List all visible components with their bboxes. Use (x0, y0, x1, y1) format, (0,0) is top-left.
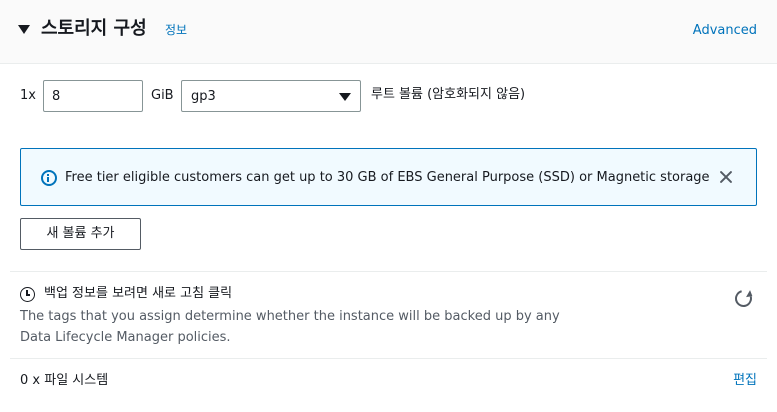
dropdown-arrow-icon (339, 93, 351, 101)
file-systems-label: 0 x 파일 시스템 (20, 373, 109, 388)
free-tier-alert: Free tier eligible customers can get up … (20, 148, 757, 206)
divider (10, 271, 767, 272)
divider (10, 358, 767, 359)
advanced-link[interactable]: Advanced (693, 22, 757, 40)
refresh-icon[interactable] (731, 286, 756, 311)
volume-type-select[interactable]: gp3 (181, 80, 361, 112)
storage-section-header[interactable]: 스토리지 구성 정보 Advanced (0, 0, 777, 64)
info-link[interactable]: 정보 (165, 22, 187, 38)
edit-file-systems-link[interactable]: 편집 (733, 372, 757, 390)
backup-info-title: 백업 정보를 보려면 새로 고침 클릭 (44, 286, 233, 301)
backup-description: The tags that you assign determine wheth… (20, 309, 560, 345)
volume-type-value: gp3 (191, 89, 216, 104)
root-volume-label: 루트 볼륨 (암호화되지 않음) (371, 87, 526, 102)
root-volume-row: 1x GiB gp3 루트 볼륨 (암호화되지 않음) (20, 80, 760, 112)
info-icon (41, 170, 57, 186)
caret-down-icon[interactable] (18, 25, 30, 34)
alert-text: Free tier eligible customers can get up … (65, 170, 710, 185)
section-title: 스토리지 구성 (41, 18, 147, 39)
clock-icon (20, 287, 35, 302)
size-unit-label: GiB (151, 88, 174, 103)
volume-multiplier: 1x (20, 88, 36, 103)
volume-size-input[interactable] (43, 80, 143, 112)
close-icon[interactable] (716, 165, 736, 189)
add-volume-button[interactable]: 새 볼륨 추가 (20, 218, 141, 250)
